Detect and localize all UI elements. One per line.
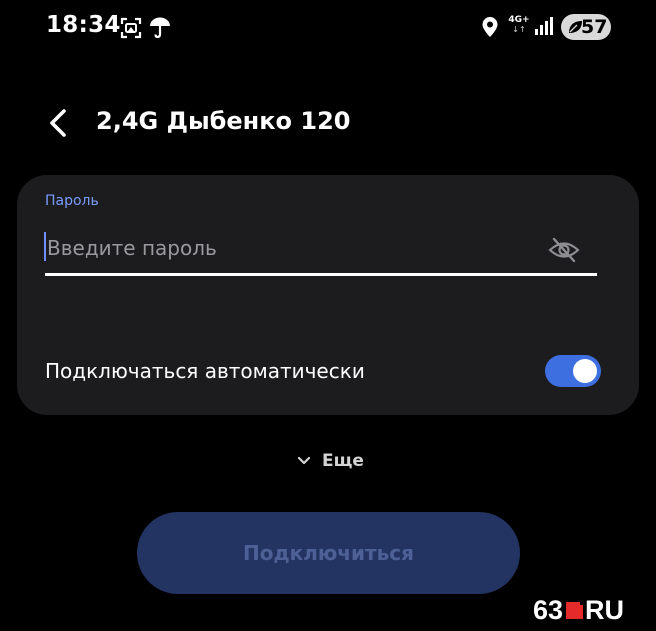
back-button[interactable] <box>40 103 80 143</box>
password-label: Пароль <box>45 193 99 209</box>
network-type-label: 4G+ <box>508 15 530 25</box>
watermark-number: 63 <box>533 594 564 625</box>
watermark-suffix: RU <box>585 594 625 625</box>
network-activity-arrows: ↓↑ <box>512 25 526 34</box>
input-underline <box>45 273 597 276</box>
screenshot-icon <box>120 17 142 39</box>
umbrella-icon <box>150 17 170 39</box>
toggle-knob <box>573 359 597 383</box>
auto-connect-label: Подключаться автоматически <box>45 359 365 383</box>
battery-indicator: 57 <box>561 14 611 40</box>
wifi-settings-card: Пароль Подключаться автоматически <box>17 175 639 415</box>
auto-connect-toggle[interactable] <box>545 355 601 387</box>
more-button[interactable]: Еще <box>296 446 364 476</box>
signal-icon <box>535 17 553 35</box>
password-input[interactable] <box>45 231 537 265</box>
site-watermark-logo: 63 RU <box>533 593 624 627</box>
eye-off-icon <box>548 237 580 263</box>
status-time: 18:34 <box>46 12 121 38</box>
page-title: 2,4G Дыбенко 120 <box>96 107 351 135</box>
watermark-square-icon <box>566 598 587 619</box>
more-label: Еще <box>322 451 364 471</box>
status-bar: 18:34 4G+ ↓↑ 57 <box>0 0 656 56</box>
battery-level: 57 <box>581 16 608 38</box>
location-icon <box>482 17 498 37</box>
text-cursor <box>44 232 46 261</box>
connect-button[interactable]: Подключиться <box>137 512 520 594</box>
chevron-down-icon <box>297 456 311 465</box>
password-visibility-toggle[interactable] <box>547 233 581 267</box>
chevron-left-icon <box>50 109 66 137</box>
